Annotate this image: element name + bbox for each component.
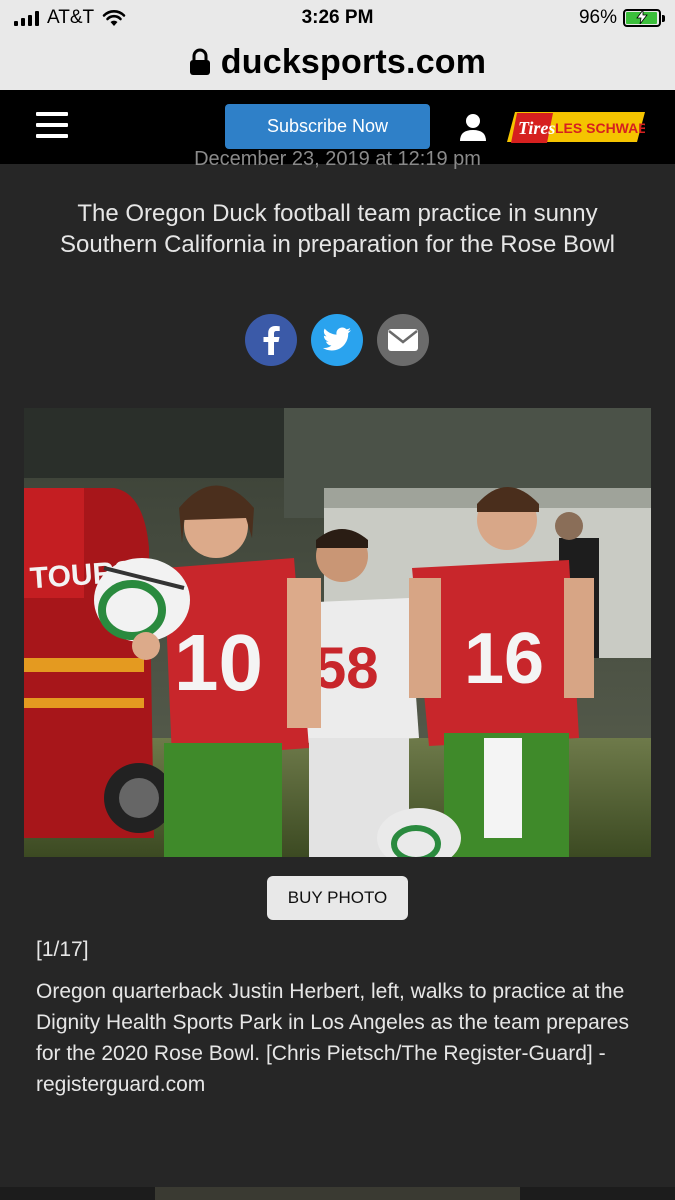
next-photo-thumbnail <box>155 1187 520 1200</box>
photo-caption: Oregon quarterback Justin Herbert, left,… <box>36 980 629 1096</box>
article-dateline: December 23, 2019 at 12:19 pm <box>194 148 481 170</box>
share-email-button[interactable] <box>377 314 429 366</box>
subscribe-button[interactable]: Subscribe Now <box>225 104 430 149</box>
jersey-number-58: 58 <box>314 636 379 701</box>
email-icon <box>388 329 418 351</box>
facebook-icon <box>263 326 280 355</box>
sponsor-word-2: LES SCHWAB <box>555 120 645 136</box>
gallery-photo[interactable]: TOURS 58 16 10 <box>24 408 651 857</box>
user-account-icon[interactable] <box>458 112 488 142</box>
status-right: 96% <box>578 7 665 29</box>
jersey-number-16: 16 <box>464 619 544 699</box>
photo-gallery-headline: The Oregon Duck football team practice i… <box>60 200 615 258</box>
twitter-icon <box>322 327 351 351</box>
charging-bolt-icon <box>636 10 648 24</box>
sponsor-word-1: Tires <box>518 118 555 138</box>
gallery-photo-image: TOURS 58 16 10 <box>24 408 651 857</box>
next-photo-preview[interactable] <box>0 1187 675 1200</box>
menu-icon[interactable] <box>36 112 68 140</box>
share-twitter-button[interactable] <box>311 314 363 366</box>
share-facebook-button[interactable] <box>245 314 297 366</box>
jersey-number-10: 10 <box>174 618 263 707</box>
lock-icon <box>189 48 210 75</box>
clock: 3:26 PM <box>301 7 374 28</box>
address-bar[interactable]: ducksports.com <box>0 34 675 90</box>
url-text[interactable]: ducksports.com <box>221 43 486 82</box>
gallery-counter: [1/17] <box>36 938 89 961</box>
buy-photo-button[interactable]: BUY PHOTO <box>267 876 408 920</box>
battery-percent: 96% <box>578 7 617 28</box>
status-bar: AT&T 3:26 PM 96% <box>0 0 675 34</box>
battery-icon <box>623 9 665 27</box>
sponsor-logo[interactable]: Tires LES SCHWAB <box>505 110 645 144</box>
